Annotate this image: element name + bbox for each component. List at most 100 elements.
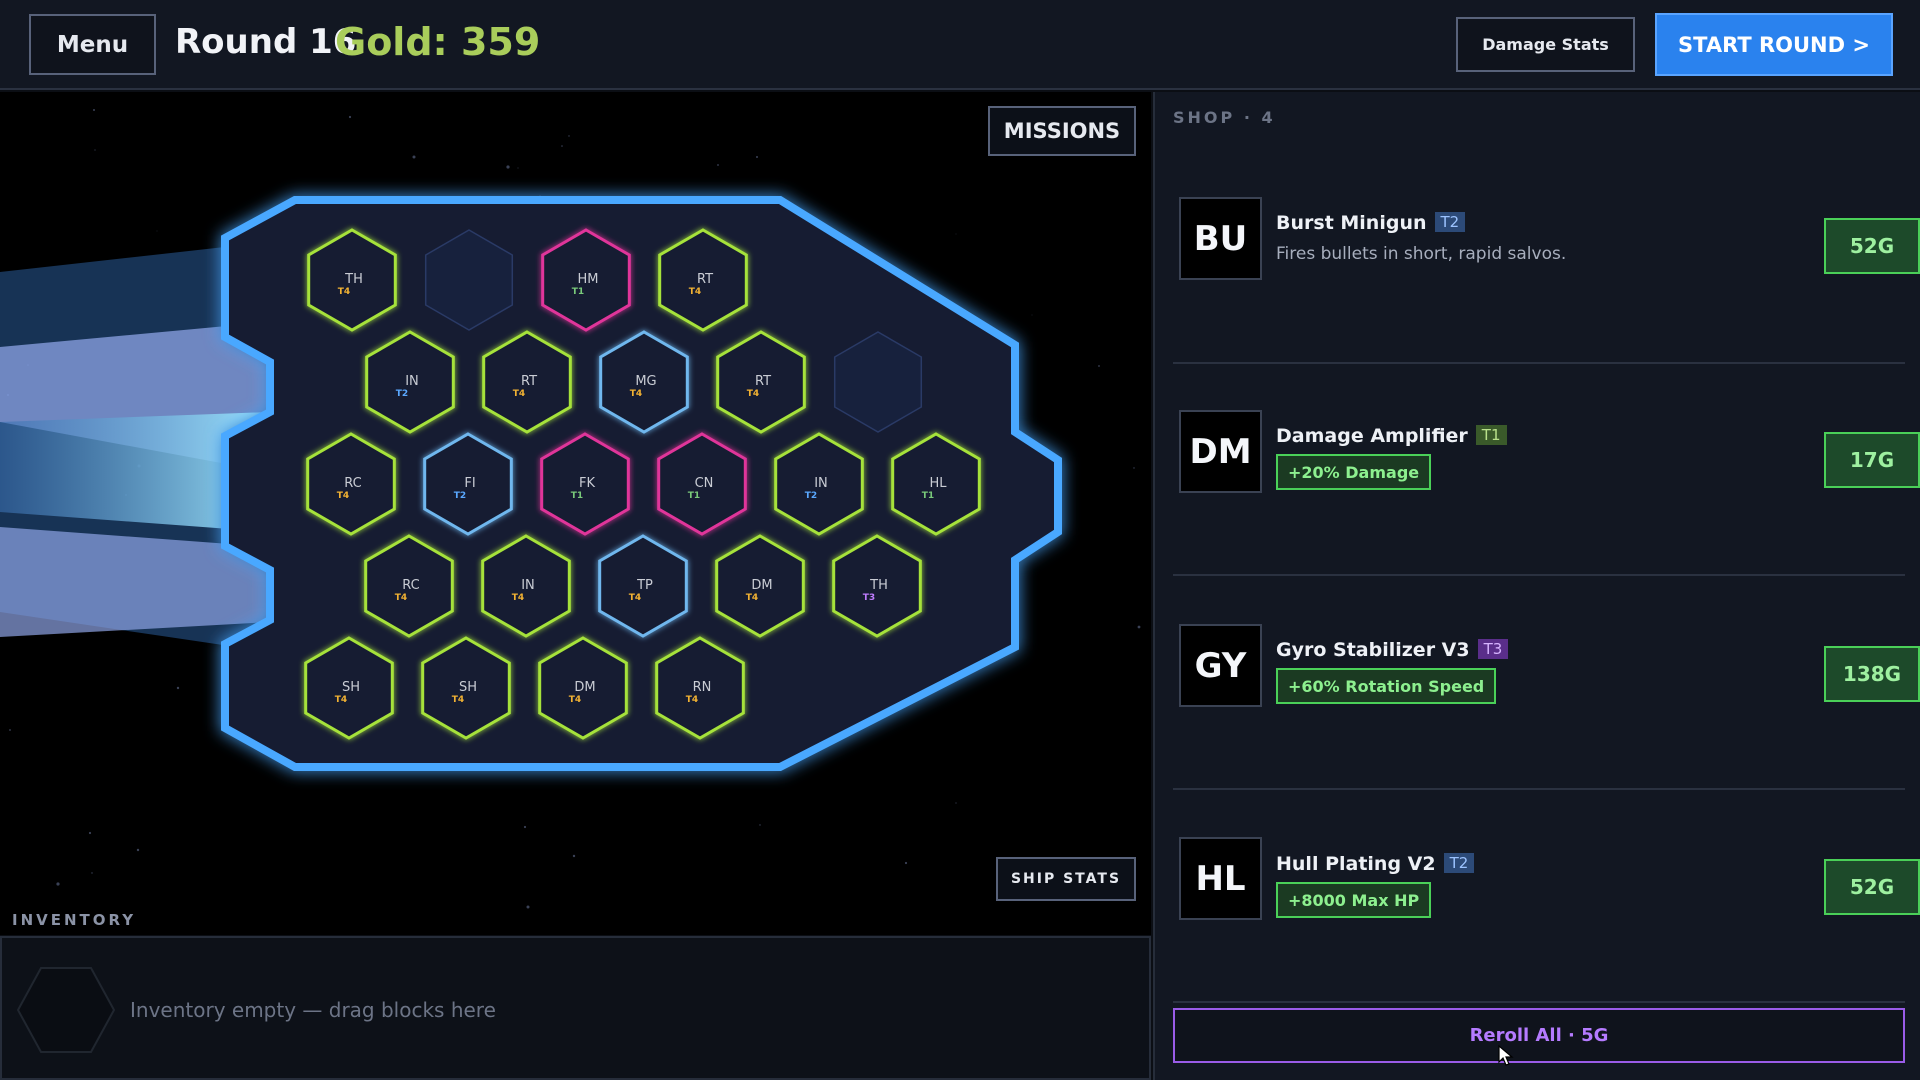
module-tier: T2 bbox=[396, 389, 408, 399]
tier-badge: T1 bbox=[1475, 425, 1507, 445]
item-icon: HL bbox=[1179, 837, 1262, 920]
module-tier: T2 bbox=[805, 491, 817, 501]
star bbox=[93, 109, 95, 111]
module-tier: T2 bbox=[454, 491, 466, 501]
module-tier: T1 bbox=[571, 491, 583, 501]
item-stat-tag: +60% Rotation Speed bbox=[1276, 668, 1497, 704]
star bbox=[517, 167, 519, 169]
module-code: IN bbox=[521, 578, 535, 593]
shop-item[interactable]: HL Hull Plating V2 T2 +8000 Max HP 52G bbox=[1173, 791, 1920, 1003]
missions-button[interactable]: MISSIONS bbox=[988, 106, 1136, 156]
star bbox=[572, 854, 576, 858]
star bbox=[523, 825, 527, 829]
tier-badge: T3 bbox=[1477, 639, 1509, 659]
item-description: Fires bullets in short, rapid salvos. bbox=[1276, 244, 1567, 264]
module-code: DM bbox=[751, 578, 772, 593]
reroll-all-button[interactable]: Reroll All · 5G bbox=[1173, 1008, 1905, 1063]
star bbox=[759, 824, 761, 826]
damage-stats-button[interactable]: Damage Stats bbox=[1456, 17, 1635, 72]
inventory-label: INVENTORY bbox=[12, 911, 137, 929]
module-code: SH bbox=[342, 680, 360, 695]
start-round-button[interactable]: START ROUND > bbox=[1655, 13, 1893, 76]
star bbox=[904, 861, 908, 865]
star bbox=[1133, 467, 1135, 469]
module-code: CN bbox=[695, 476, 714, 491]
module-tier: T3 bbox=[863, 593, 875, 603]
module-tier: T4 bbox=[689, 287, 701, 297]
item-icon: GY bbox=[1179, 624, 1262, 707]
item-icon: BU bbox=[1179, 197, 1262, 280]
game-viewport: TH T4 HM T1 RT T4 IN T2 RT T4 MG T4 RT T4 RC T4 FI T2 FK T1… bbox=[0, 92, 1151, 935]
shop-item[interactable]: GY Gyro Stabilizer V3 T3 +60% Rotation Sp… bbox=[1173, 578, 1920, 790]
star bbox=[176, 686, 180, 690]
buy-price-button[interactable]: 52G bbox=[1824, 218, 1920, 274]
star bbox=[561, 145, 563, 147]
star bbox=[412, 155, 416, 159]
buy-price-button[interactable]: 52G bbox=[1824, 859, 1920, 915]
module-code: TH bbox=[344, 272, 363, 287]
module-code: RN bbox=[693, 680, 712, 695]
shop-item[interactable]: BU Burst Minigun T2 Fires bullets in shor… bbox=[1173, 152, 1920, 364]
module-code: RC bbox=[344, 476, 361, 491]
shop-panel: SHOP · 4 BU Burst Minigun T2 Fires bullet… bbox=[1153, 92, 1920, 1080]
item-name: Damage Amplifier T1 bbox=[1276, 425, 1507, 447]
shop-item[interactable]: DM Damage Amplifier T1 +20% Damage 17G bbox=[1173, 364, 1920, 576]
module-code: MG bbox=[635, 374, 656, 389]
shop-label: SHOP · 4 bbox=[1173, 108, 1276, 127]
star bbox=[955, 802, 957, 804]
star bbox=[568, 135, 570, 137]
module-tier: T1 bbox=[688, 491, 700, 501]
ship-stats-button[interactable]: SHIP STATS bbox=[996, 857, 1136, 901]
star bbox=[9, 729, 11, 731]
buy-price-button[interactable]: 17G bbox=[1824, 432, 1920, 488]
module-code: HM bbox=[578, 272, 599, 287]
module-tier: T4 bbox=[512, 593, 524, 603]
inventory-empty-text: Inventory empty — drag blocks here bbox=[130, 998, 496, 1022]
star bbox=[136, 848, 140, 852]
tier-badge: T2 bbox=[1434, 212, 1466, 232]
module-tier: T4 bbox=[335, 695, 347, 705]
ship-canvas: THT4HMT1RTT4INT2RTT4MGT4RTT4RCT4FIT2FKT1… bbox=[0, 109, 1141, 909]
module-code: RT bbox=[755, 374, 771, 389]
star bbox=[1031, 314, 1033, 316]
module-tier: T4 bbox=[686, 695, 698, 705]
star bbox=[1098, 365, 1100, 367]
module-code: DM bbox=[574, 680, 595, 695]
star bbox=[756, 156, 758, 158]
gold-counter: Gold: 359 bbox=[335, 20, 541, 64]
module-tier: T4 bbox=[395, 593, 407, 603]
module-code: IN bbox=[405, 374, 419, 389]
star bbox=[88, 831, 92, 835]
module-code: RT bbox=[697, 272, 713, 287]
star bbox=[56, 882, 60, 886]
module-code: FI bbox=[464, 476, 475, 491]
item-stat-tag: +8000 Max HP bbox=[1276, 882, 1432, 918]
mouse-pointer-icon bbox=[1498, 1045, 1514, 1066]
module-tier: T4 bbox=[452, 695, 464, 705]
module-code: RC bbox=[402, 578, 419, 593]
module-code: HL bbox=[929, 476, 947, 491]
buy-price-button[interactable]: 138G bbox=[1824, 646, 1920, 702]
tier-badge: T2 bbox=[1443, 853, 1475, 873]
star bbox=[717, 164, 719, 166]
item-stat-tag: +20% Damage bbox=[1276, 454, 1432, 490]
star bbox=[348, 115, 352, 119]
hexagon-icon bbox=[16, 967, 116, 1053]
module-tier: T4 bbox=[338, 287, 350, 297]
star bbox=[1137, 625, 1141, 629]
item-name: Gyro Stabilizer V3 T3 bbox=[1276, 639, 1509, 661]
module-tier: T4 bbox=[629, 593, 641, 603]
top-bar: Menu Round 16 Gold: 359 Damage Stats STA… bbox=[0, 0, 1920, 90]
menu-button[interactable]: Menu bbox=[29, 14, 156, 75]
module-tier: T4 bbox=[337, 491, 349, 501]
star bbox=[955, 233, 957, 235]
module-code: FK bbox=[579, 476, 595, 491]
module-tier: T4 bbox=[746, 593, 758, 603]
item-name: Hull Plating V2 T2 bbox=[1276, 853, 1475, 875]
inventory-drop-zone[interactable]: Inventory empty — drag blocks here bbox=[0, 936, 1151, 1080]
module-code: RT bbox=[521, 374, 537, 389]
module-tier: T4 bbox=[630, 389, 642, 399]
module-code: TP bbox=[636, 578, 653, 593]
module-tier: T1 bbox=[572, 287, 584, 297]
star bbox=[506, 165, 510, 169]
